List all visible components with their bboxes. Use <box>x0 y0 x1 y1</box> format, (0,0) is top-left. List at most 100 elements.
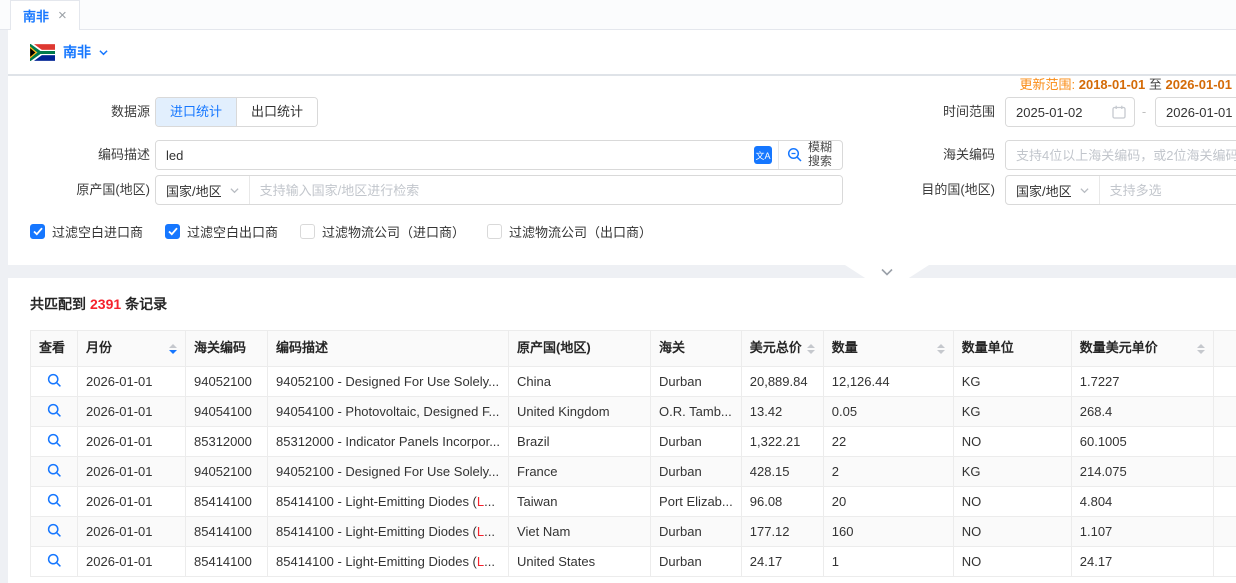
cell-unit: KG <box>953 367 1071 397</box>
filter-checkbox[interactable]: 过滤空白进口商 <box>30 222 143 241</box>
result-summary: 共匹配到2391条记录 <box>30 294 167 314</box>
cell-customs: Durban <box>651 427 742 457</box>
checkbox-checked-icon <box>30 224 45 239</box>
destination-group: 国家/地区 <box>1005 175 1236 205</box>
time-range-start-input[interactable] <box>1006 98 1112 126</box>
column-header <box>1213 331 1236 367</box>
fuzzy-search-button[interactable]: 模糊搜索 <box>779 141 842 169</box>
update-range-to-word: 至 <box>1149 77 1162 92</box>
cell-usd-total: 20,889.84 <box>741 367 823 397</box>
table-row: 2026-01-019405410094054100 - Photovoltai… <box>31 397 1236 427</box>
hs-code-input[interactable] <box>1006 141 1236 169</box>
filter-checkbox[interactable]: 过滤物流公司（进口商） <box>300 222 465 241</box>
cell-description: 94052100 - Designed For Use Solely... <box>268 457 509 487</box>
column-header-label: 美元总价 <box>750 341 802 356</box>
cell-description: 85414100 - Light-Emitting Diodes (L... <box>268 547 509 577</box>
column-header[interactable]: 月份 <box>78 331 186 367</box>
origin-country-group: 国家/地区 <box>155 175 843 205</box>
cell-customs: Durban <box>651 547 742 577</box>
column-header-label: 月份 <box>86 341 112 356</box>
translate-icon[interactable]: 文A <box>754 146 772 164</box>
cell-extra <box>1213 427 1236 457</box>
checkbox-row: 过滤空白进口商 过滤空白出口商 过滤物流公司（进口商） 过滤物流公司（出口商） <box>30 222 652 241</box>
sort-caret-icon[interactable] <box>937 344 945 354</box>
chevron-down-icon[interactable] <box>99 48 108 57</box>
origin-country-input[interactable] <box>250 176 842 204</box>
cell-month: 2026-01-01 <box>78 427 186 457</box>
cell-view[interactable] <box>31 367 78 397</box>
code-desc-label: 编码描述 <box>8 140 150 170</box>
close-icon[interactable]: × <box>58 8 67 23</box>
time-range-start-group <box>1005 97 1135 127</box>
column-header-label: 数量美元单价 <box>1080 341 1158 356</box>
time-range-end-input[interactable] <box>1156 98 1236 126</box>
column-header-label: 海关 <box>659 341 685 356</box>
checkbox-label: 过滤物流公司（进口商） <box>322 222 465 241</box>
results-table-wrap: 查看月份海关编码编码描述原产国(地区)海关美元总价数量数量单位数量美元单价 20… <box>30 330 1236 577</box>
calendar-icon[interactable] <box>1112 105 1126 119</box>
cell-unit: NO <box>953 487 1071 517</box>
cell-unit-price: 4.804 <box>1071 487 1213 517</box>
code-desc-input[interactable] <box>156 141 748 169</box>
cell-view[interactable] <box>31 397 78 427</box>
cell-usd-total: 96.08 <box>741 487 823 517</box>
cell-usd-total: 177.12 <box>741 517 823 547</box>
destination-input[interactable] <box>1100 176 1236 204</box>
country-header: 南非 <box>8 30 1236 76</box>
cell-quantity: 0.05 <box>823 397 953 427</box>
date-range-separator: - <box>1136 97 1152 127</box>
column-header[interactable]: 数量 <box>823 331 953 367</box>
sort-caret-icon[interactable] <box>807 344 815 354</box>
cell-view[interactable] <box>31 457 78 487</box>
view-detail-icon <box>47 493 62 508</box>
column-header[interactable]: 美元总价 <box>741 331 823 367</box>
destination-select[interactable]: 国家/地区 <box>1006 176 1099 204</box>
checkbox-unchecked-icon <box>487 224 502 239</box>
cell-hs-code: 85414100 <box>186 487 268 517</box>
column-header: 查看 <box>31 331 78 367</box>
destination-select-value: 国家/地区 <box>1016 181 1072 200</box>
sort-caret-icon[interactable] <box>1197 344 1205 354</box>
data-source-option[interactable]: 出口统计 <box>236 98 317 126</box>
origin-country-select[interactable]: 国家/地区 <box>156 176 249 204</box>
cell-quantity: 12,126.44 <box>823 367 953 397</box>
tab-title: 南非 <box>23 6 49 25</box>
chevron-down-icon <box>881 268 893 276</box>
cell-unit-price: 214.075 <box>1071 457 1213 487</box>
column-header-label: 数量单位 <box>962 341 1014 356</box>
sort-caret-icon[interactable] <box>169 344 177 354</box>
origin-country-label: 原产国(地区) <box>8 175 150 205</box>
cell-customs: Durban <box>651 517 742 547</box>
cell-extra <box>1213 487 1236 517</box>
cell-unit: NO <box>953 517 1071 547</box>
view-detail-icon <box>47 553 62 568</box>
chevron-down-icon <box>230 186 239 195</box>
cell-hs-code: 94054100 <box>186 397 268 427</box>
column-header[interactable]: 数量美元单价 <box>1071 331 1213 367</box>
cell-unit-price: 1.107 <box>1071 517 1213 547</box>
cell-view[interactable] <box>31 547 78 577</box>
collapse-filters-button[interactable] <box>845 265 929 278</box>
cell-unit: KG <box>953 457 1071 487</box>
cell-view[interactable] <box>31 427 78 457</box>
checkbox-label: 过滤空白出口商 <box>187 222 278 241</box>
filter-checkbox[interactable]: 过滤空白出口商 <box>165 222 278 241</box>
cell-extra <box>1213 367 1236 397</box>
country-name[interactable]: 南非 <box>63 42 91 62</box>
cell-hs-code: 94052100 <box>186 367 268 397</box>
cell-origin-country: United States <box>509 547 651 577</box>
update-range: 更新范围: 2018-01-01 至 2026-01-01 <box>908 74 1232 93</box>
cell-hs-code: 85414100 <box>186 547 268 577</box>
results-table: 查看月份海关编码编码描述原产国(地区)海关美元总价数量数量单位数量美元单价 20… <box>30 330 1236 577</box>
view-detail-icon <box>47 403 62 418</box>
cell-usd-total: 13.42 <box>741 397 823 427</box>
summary-suffix: 条记录 <box>125 296 167 312</box>
filter-checkbox[interactable]: 过滤物流公司（出口商） <box>487 222 652 241</box>
data-source-option[interactable]: 进口统计 <box>156 98 236 126</box>
cell-quantity: 2 <box>823 457 953 487</box>
tab-south-africa[interactable]: 南非 × <box>10 0 80 30</box>
checkbox-checked-icon <box>165 224 180 239</box>
cell-view[interactable] <box>31 517 78 547</box>
cell-view[interactable] <box>31 487 78 517</box>
cell-month: 2026-01-01 <box>78 517 186 547</box>
